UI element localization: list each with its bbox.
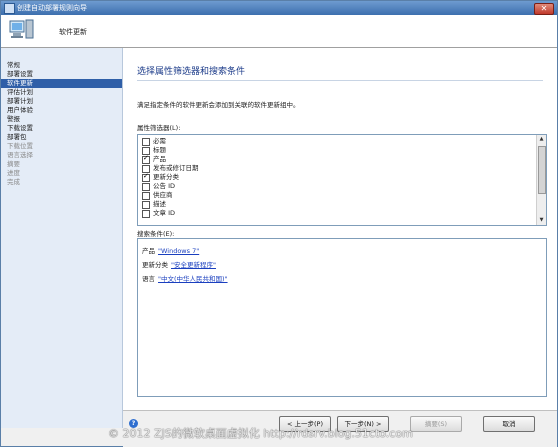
title-divider <box>137 80 543 81</box>
sidebar-item-progress: 进度 <box>7 169 20 177</box>
criteria-row-language: 语言 "中文(中华人民共和国)" <box>142 273 228 283</box>
sidebar-item-deployment-schedule[interactable]: 部署计划 <box>1 97 122 106</box>
filters-scrollbar[interactable]: ▲ ▼ <box>536 135 546 225</box>
header-banner: 软件更新 <box>1 15 557 48</box>
main-panel: 选择属性筛选器和搜索条件 满足指定条件的软件更新会添加到关联的软件更新组中。 属… <box>123 48 557 410</box>
checkbox[interactable] <box>142 183 150 191</box>
sidebar-item-summary: 摘要 <box>7 160 20 168</box>
checkbox[interactable] <box>142 210 150 218</box>
criteria-name: 语言 <box>142 275 155 283</box>
page-title: 选择属性筛选器和搜索条件 <box>137 67 246 77</box>
computer-icon <box>9 19 34 39</box>
watermark-text: © 2012 ZJS的微软桌面虚拟化 http://rdsrv.blog.51c… <box>108 427 413 440</box>
sidebar-item-evaluation-schedule[interactable]: 评估计划 <box>1 88 122 97</box>
sidebar-item-completion: 完成 <box>7 178 20 186</box>
search-criteria-box[interactable]: 产品 "Windows 7" 更新分类 "安全更新程序" 语言 "中文(中华人民共和国… <box>137 238 547 397</box>
scroll-up-arrow-icon[interactable]: ▲ <box>537 135 546 144</box>
criteria-name: 产品 <box>142 247 155 255</box>
property-filters-label: 属性筛选器(L): <box>137 124 181 132</box>
checkbox[interactable] <box>142 138 150 146</box>
scroll-thumb[interactable] <box>538 146 546 194</box>
sidebar-item-deployment-package[interactable]: 部署包 <box>1 133 122 142</box>
sidebar-item-software-updates[interactable]: 软件更新 <box>1 79 122 88</box>
wizard-window: 创建自动部署规则向导 ✕ 软件更新 常规 部署设置 软件更新 评估计划 部署计划… <box>0 0 558 447</box>
criteria-row-product: 产品 "Windows 7" <box>142 245 199 255</box>
app-icon <box>4 3 15 14</box>
criteria-row-classification: 更新分类 "安全更新程序" <box>142 259 216 269</box>
window-title: 创建自动部署规则向导 <box>17 4 87 12</box>
page-description: 满足指定条件的软件更新会添加到关联的软件更新组中。 <box>137 101 300 109</box>
property-filters-list[interactable]: 必需 标题 产品 发布或修订日期 更新分类 公告 ID <box>137 134 547 226</box>
criteria-link-product[interactable]: "Windows 7" <box>158 247 199 255</box>
title-bar[interactable]: 创建自动部署规则向导 ✕ <box>1 1 557 15</box>
sidebar-item-download-settings[interactable]: 下载设置 <box>1 124 122 133</box>
sidebar-item-deployment-settings[interactable]: 部署设置 <box>1 70 122 79</box>
sidebar-item-alerts[interactable]: 警报 <box>1 115 122 124</box>
cancel-button[interactable]: 取消 <box>483 416 535 432</box>
checkbox-checked[interactable] <box>142 154 150 164</box>
criteria-name: 更新分类 <box>142 261 168 269</box>
sidebar-item-download-location: 下载位置 <box>7 142 33 150</box>
checkbox[interactable] <box>142 192 150 200</box>
summary-button: 摘要(S) <box>410 416 462 432</box>
sidebar-item-general[interactable]: 常规 <box>1 61 122 70</box>
checkbox-checked[interactable] <box>142 172 150 182</box>
search-criteria-label: 搜索条件(E): <box>137 230 175 238</box>
criteria-link-classification[interactable]: "安全更新程序" <box>171 261 216 269</box>
close-icon[interactable]: ✕ <box>534 3 554 15</box>
scroll-down-arrow-icon[interactable]: ▼ <box>537 216 546 225</box>
checkbox[interactable] <box>142 201 150 209</box>
wizard-navigation: 常规 部署设置 软件更新 评估计划 部署计划 用户体验 警报 下载设置 部署包 … <box>1 48 123 428</box>
criteria-link-language[interactable]: "中文(中华人民共和国)" <box>158 275 228 283</box>
sidebar-item-language-selection: 语言选择 <box>7 151 33 159</box>
sidebar-item-user-experience[interactable]: 用户体验 <box>1 106 122 115</box>
header-title: 软件更新 <box>59 28 87 36</box>
